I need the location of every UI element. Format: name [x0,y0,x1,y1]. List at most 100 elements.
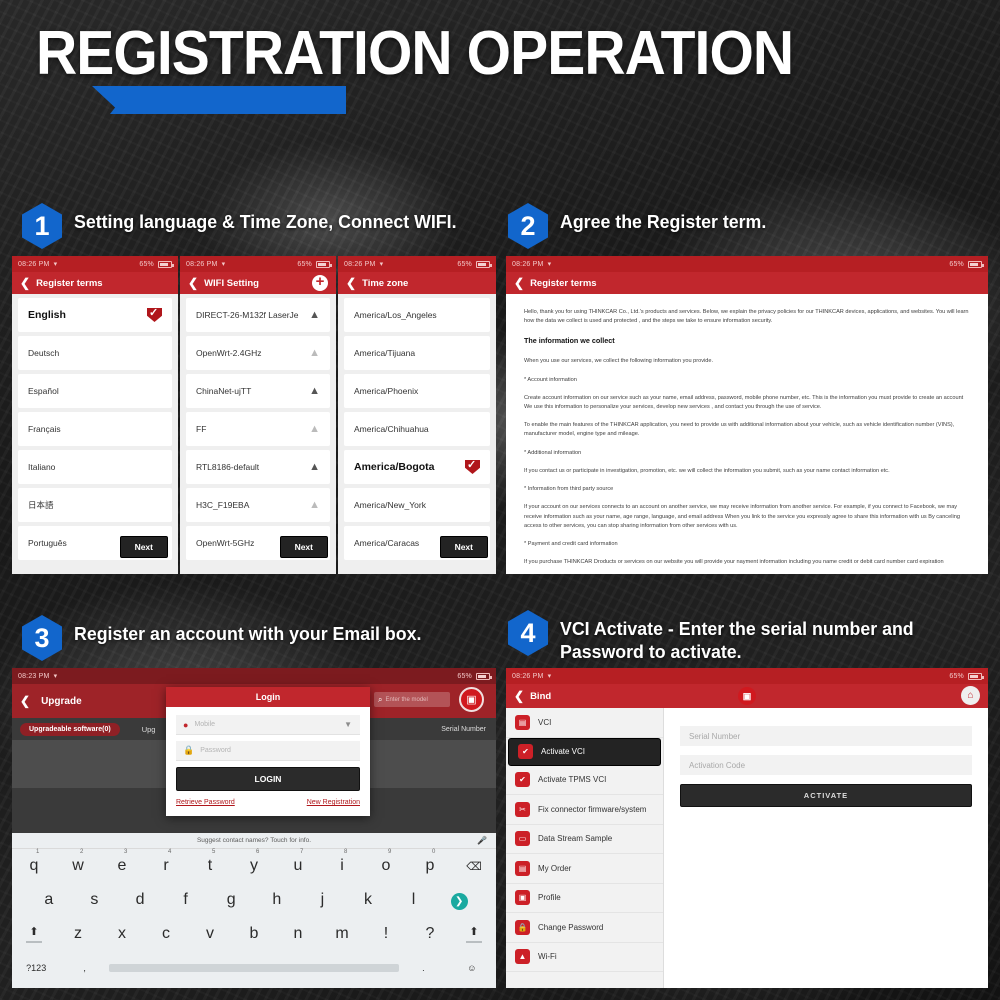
lock-icon: 🔒 [515,919,530,935]
key-t[interactable]: 5t [188,849,232,875]
key-g[interactable]: g [208,891,254,909]
search-input[interactable]: ⌕ Enter the model [374,692,450,707]
keyboard-suggestion-bar[interactable]: Suggest contact names? Touch for info. 🎤 [12,833,496,849]
sidebar-item-label: Data Stream Sample [538,834,613,844]
list-item[interactable]: Español [18,374,172,408]
sidebar-item-vci[interactable]: ▤ VCI [506,708,663,738]
sidebar-item-data-stream-sample[interactable]: ▭ Data Stream Sample [506,825,663,854]
key-e[interactable]: 3e [100,849,144,875]
sidebar-item-change-password[interactable]: 🔒 Change Password [506,913,663,943]
key-o[interactable]: 9o [364,849,408,875]
list-item[interactable]: America/Bogota [344,450,490,484]
sidebar-item-profile[interactable]: ▣ Profile [506,884,663,913]
back-chevron-icon[interactable]: ❮ [188,277,198,289]
caret-down-icon[interactable]: ▼ [344,720,352,729]
list-item[interactable]: English [18,298,172,332]
key-sup: 2 [80,849,84,855]
list-item[interactable]: H3C_F19EBA ▲ [186,488,330,522]
key-h[interactable]: h [254,891,300,909]
activation-code-input[interactable]: Activation Code [680,755,972,775]
key-period[interactable]: . [399,963,447,973]
key-comma[interactable]: , [60,963,108,973]
sidebar-item-wifi[interactable]: ▲ Wi-Fi [506,943,663,972]
list-item[interactable]: America/Phoenix [344,374,490,408]
key-s[interactable]: s [72,891,118,909]
battery-icon [158,260,174,268]
key-l[interactable]: l [391,891,437,909]
key-c[interactable]: c [144,925,188,943]
key-f[interactable]: f [163,891,209,909]
sidebar-item-activate-tpms-vci[interactable]: ✔ Activate TPMS VCI [506,766,663,795]
sidebar-item-activate-vci[interactable]: ✔ Activate VCI [508,737,661,766]
list-item[interactable]: FF ▲ [186,412,330,446]
list-item[interactable]: Deutsch [18,336,172,370]
list-item[interactable]: Italiano [18,450,172,484]
list-item[interactable]: America/Chihuahua [344,412,490,446]
key-x[interactable]: x [100,925,144,943]
back-chevron-icon[interactable]: ❮ [346,277,356,289]
list-item[interactable]: ChinaNet-ujTT ▲ [186,374,330,408]
login-button[interactable]: LOGIN [176,767,360,791]
tab-upgradeable-software[interactable]: Upgradeable software(0) [20,722,120,736]
enter-arrow-icon[interactable]: ❯ [436,891,482,910]
spacebar-key[interactable] [108,964,400,972]
backspace-icon[interactable]: ⌫ [452,860,496,873]
key-d[interactable]: d [117,891,163,909]
key-a[interactable]: a [26,891,72,909]
key-w[interactable]: 2w [56,849,100,875]
activate-button[interactable]: ACTIVATE [680,784,972,807]
new-registration-link[interactable]: New Registration [307,799,360,806]
list-item[interactable]: DIRECT-26-M132f LaserJe ▲ [186,298,330,332]
back-chevron-icon[interactable]: ❮ [514,277,524,289]
key-b[interactable]: b [232,925,276,943]
emoji-icon[interactable]: ☺ [448,963,496,973]
key-v[interactable]: v [188,925,232,943]
list-item[interactable]: Français [18,412,172,446]
key-exclamation[interactable]: ! [364,925,408,943]
sidebar-item-my-order[interactable]: ▤ My Order [506,854,663,884]
key-q[interactable]: 1q [12,849,56,875]
camera-icon[interactable]: ▣ [738,687,756,705]
timezone-label: America/Phoenix [354,386,419,396]
list-item[interactable]: RTL8186-default ▲ [186,450,330,484]
next-button[interactable]: Next [279,536,328,558]
key-j[interactable]: j [300,891,346,909]
key-u[interactable]: 7u [276,849,320,875]
password-field[interactable]: 🔒 Password [176,741,360,761]
home-icon[interactable]: ⌂ [961,686,980,705]
back-chevron-icon[interactable]: ❮ [514,690,524,702]
shift-up-icon[interactable]: ⬆ [452,925,496,943]
back-button[interactable]: ❮ Upgrade [20,695,82,707]
tab-secondary[interactable]: Upg [142,725,156,734]
plus-icon[interactable]: + [312,274,328,291]
key-k[interactable]: k [345,891,391,909]
key-r[interactable]: 4r [144,849,188,875]
next-button[interactable]: Next [439,536,488,558]
terms-content[interactable]: Hello, thank you for using THINKCAR Co.,… [506,294,988,574]
numeric-switch-key[interactable]: ?123 [12,963,60,973]
key-question[interactable]: ? [408,925,452,943]
next-button[interactable]: Next [119,536,168,558]
shift-up-icon[interactable]: ⬆ [12,925,56,943]
camera-icon[interactable]: ▣ [459,687,484,712]
back-chevron-icon[interactable]: ❮ [20,277,30,289]
list-item[interactable]: 日本語 [18,488,172,522]
list-item[interactable]: America/Los_Angeles [344,298,490,332]
retrieve-password-link[interactable]: Retrieve Password [176,799,235,806]
list-item[interactable]: America/New_York [344,488,490,522]
account-field[interactable]: ● Mobile ▼ [176,715,360,735]
key-i[interactable]: 8i [320,849,364,875]
app-bar: ❮ Register terms [12,272,178,294]
key-z[interactable]: z [56,925,100,943]
list-item[interactable]: OpenWrt-2.4GHz ▲ [186,336,330,370]
key-n[interactable]: n [276,925,320,943]
key-p[interactable]: 0p [408,849,452,875]
key-y[interactable]: 6y [232,849,276,875]
wifi-icon: ▾ [379,261,384,268]
serial-number-input[interactable]: Serial Number [680,726,972,746]
sidebar-item-fix-connector[interactable]: ✂ Fix connector firmware/system [506,795,663,825]
key-m[interactable]: m [320,925,364,943]
microphone-icon[interactable]: 🎤 [477,836,487,845]
list-item[interactable]: America/Tijuana [344,336,490,370]
keyboard-row-1: 1q 2w 3e 4r 5t 6y 7u 8i 9o 0p ⌫ [12,849,496,883]
